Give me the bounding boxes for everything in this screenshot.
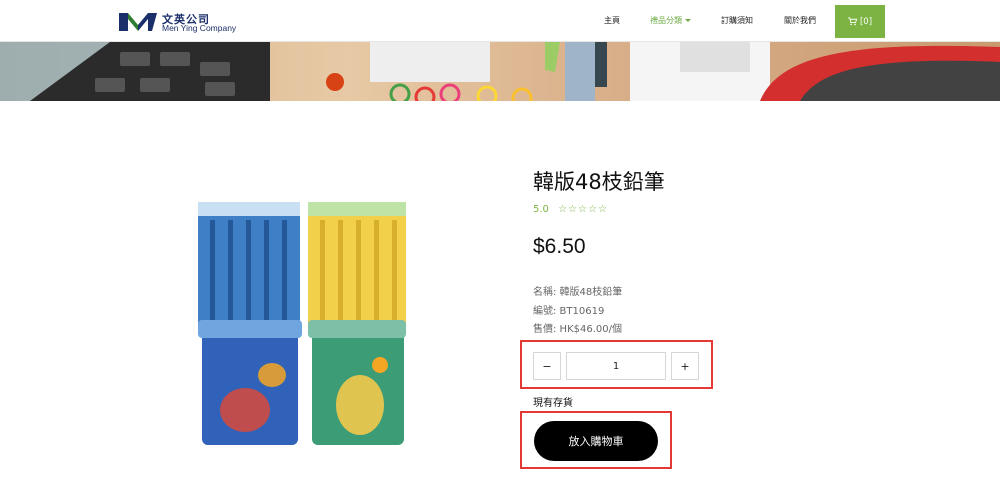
blue-pencils [198, 202, 300, 332]
nav-gift-categories[interactable]: 禮品分類 [650, 15, 691, 26]
product-rating: 5.0 ☆☆☆☆☆ [533, 204, 608, 215]
stock-status: 現有存貨 [533, 398, 573, 409]
logo-english-name: Men Ying Company [162, 23, 237, 33]
quantity-increase-button[interactable]: + [671, 352, 699, 380]
nav-about-us[interactable]: 關於我們 [784, 15, 816, 26]
quantity-decrease-button[interactable]: − [533, 352, 561, 380]
product-name-line: 名稱: 韓版48枝鉛筆 [533, 287, 623, 298]
top-navbar: 文英公司 Men Ying Company 主頁 禮品分類 訂購須知 關於我們 … [0, 0, 1000, 42]
company-logo[interactable]: 文英公司 Men Ying Company [119, 10, 249, 34]
stationery-banner-image [0, 42, 1000, 101]
product-retail-price-line: 售價: HK$46.00/個 [533, 324, 622, 335]
add-to-cart-highlight: 放入購物車 [520, 411, 672, 469]
product-title: 韓版48枝鉛筆 [533, 170, 665, 194]
cart-button[interactable]: [0] [835, 5, 885, 38]
nav-gift-categories-label: 禮品分類 [650, 16, 682, 25]
product-price: $6.50 [533, 235, 586, 258]
rating-value: 5.0 [533, 204, 549, 215]
yellow-pencils [308, 202, 406, 332]
banner-illustration [0, 42, 1000, 101]
logo-mark-icon [119, 13, 157, 31]
nav-home[interactable]: 主頁 [604, 15, 620, 26]
chevron-down-icon [685, 19, 691, 22]
shopping-cart-icon [847, 17, 857, 26]
nav-ordering-info[interactable]: 訂購須知 [721, 15, 753, 26]
star-rating-icon[interactable]: ☆☆☆☆☆ [558, 204, 608, 215]
product-image-pencil-cups [198, 202, 406, 445]
add-to-cart-button[interactable]: 放入購物車 [534, 421, 658, 461]
quantity-stepper: − + [520, 340, 713, 389]
cart-count: [0] [859, 16, 873, 27]
quantity-input[interactable] [566, 352, 666, 380]
product-code-line: 編號: BT10619 [533, 306, 605, 317]
